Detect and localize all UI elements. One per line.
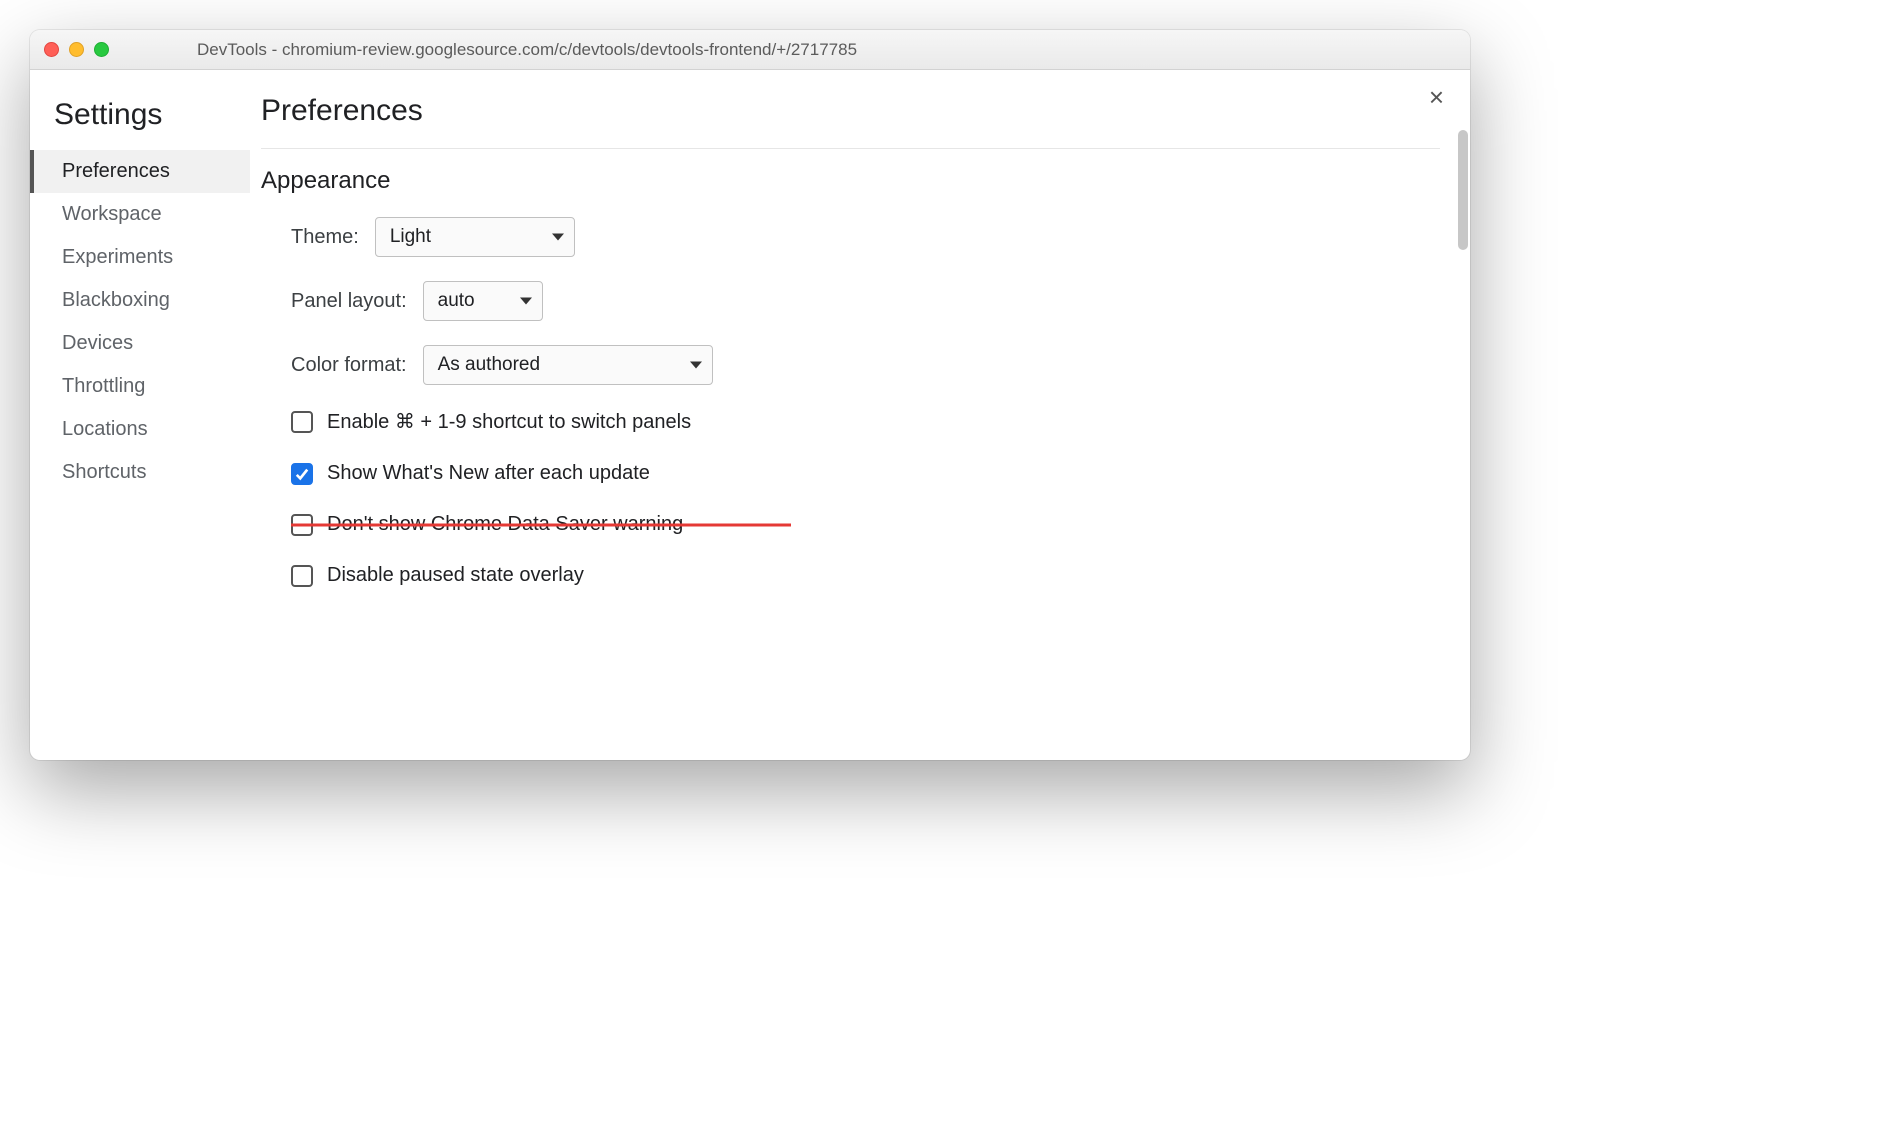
color-format-select-value: As authored bbox=[438, 354, 540, 376]
divider bbox=[261, 148, 1440, 149]
check-data-saver[interactable]: Don't show Chrome Data Saver warning bbox=[291, 513, 771, 536]
check-label: Enable ⌘ + 1-9 shortcut to switch panels bbox=[327, 409, 691, 434]
traffic-lights bbox=[44, 42, 109, 57]
sidebar-item-blackboxing[interactable]: Blackboxing bbox=[30, 279, 250, 322]
close-window-icon[interactable] bbox=[44, 42, 59, 57]
theme-select-value: Light bbox=[390, 226, 431, 248]
theme-select[interactable]: Light bbox=[375, 217, 575, 257]
sidebar-item-experiments[interactable]: Experiments bbox=[30, 236, 250, 279]
sidebar-item-shortcuts[interactable]: Shortcuts bbox=[30, 451, 250, 494]
panel-layout-row: Panel layout: auto bbox=[291, 281, 1440, 321]
check-disable-paused-overlay[interactable]: Disable paused state overlay bbox=[291, 564, 1440, 587]
panel-layout-label: Panel layout: bbox=[291, 290, 407, 313]
color-format-row: Color format: As authored bbox=[291, 345, 1440, 385]
panel-layout-select[interactable]: auto bbox=[423, 281, 543, 321]
check-enable-shortcut[interactable]: Enable ⌘ + 1-9 shortcut to switch panels bbox=[291, 409, 1440, 434]
chevron-down-icon bbox=[690, 362, 702, 369]
app-window: DevTools - chromium-review.googlesource.… bbox=[30, 30, 1470, 760]
sidebar-item-devices[interactable]: Devices bbox=[30, 322, 250, 365]
section-appearance-title: Appearance bbox=[261, 167, 1440, 195]
check-label: Disable paused state overlay bbox=[327, 564, 584, 587]
window-title: DevTools - chromium-review.googlesource.… bbox=[197, 40, 1456, 60]
minimize-window-icon[interactable] bbox=[69, 42, 84, 57]
checkbox-icon bbox=[291, 411, 313, 433]
sidebar-heading: Settings bbox=[54, 98, 250, 132]
settings-sidebar: Settings Preferences Workspace Experimen… bbox=[30, 70, 250, 760]
chevron-down-icon bbox=[552, 234, 564, 241]
check-whats-new[interactable]: Show What's New after each update bbox=[291, 462, 1440, 485]
content: × Settings Preferences Workspace Experim… bbox=[30, 70, 1470, 760]
checkbox-icon bbox=[291, 565, 313, 587]
check-label: Show What's New after each update bbox=[327, 462, 650, 485]
theme-row: Theme: Light bbox=[291, 217, 1440, 257]
panel-layout-select-value: auto bbox=[438, 290, 475, 312]
strikethrough-annotation bbox=[291, 523, 791, 526]
theme-label: Theme: bbox=[291, 226, 359, 249]
checkbox-checked-icon bbox=[291, 463, 313, 485]
maximize-window-icon[interactable] bbox=[94, 42, 109, 57]
color-format-label: Color format: bbox=[291, 354, 407, 377]
sidebar-item-throttling[interactable]: Throttling bbox=[30, 365, 250, 408]
sidebar-item-locations[interactable]: Locations bbox=[30, 408, 250, 451]
color-format-select[interactable]: As authored bbox=[423, 345, 713, 385]
page-title: Preferences bbox=[261, 94, 1440, 128]
titlebar: DevTools - chromium-review.googlesource.… bbox=[30, 30, 1470, 70]
preferences-panel: Preferences Appearance Theme: Light Pane… bbox=[250, 70, 1470, 760]
sidebar-item-workspace[interactable]: Workspace bbox=[30, 193, 250, 236]
chevron-down-icon bbox=[520, 298, 532, 305]
sidebar-item-preferences[interactable]: Preferences bbox=[30, 150, 250, 193]
